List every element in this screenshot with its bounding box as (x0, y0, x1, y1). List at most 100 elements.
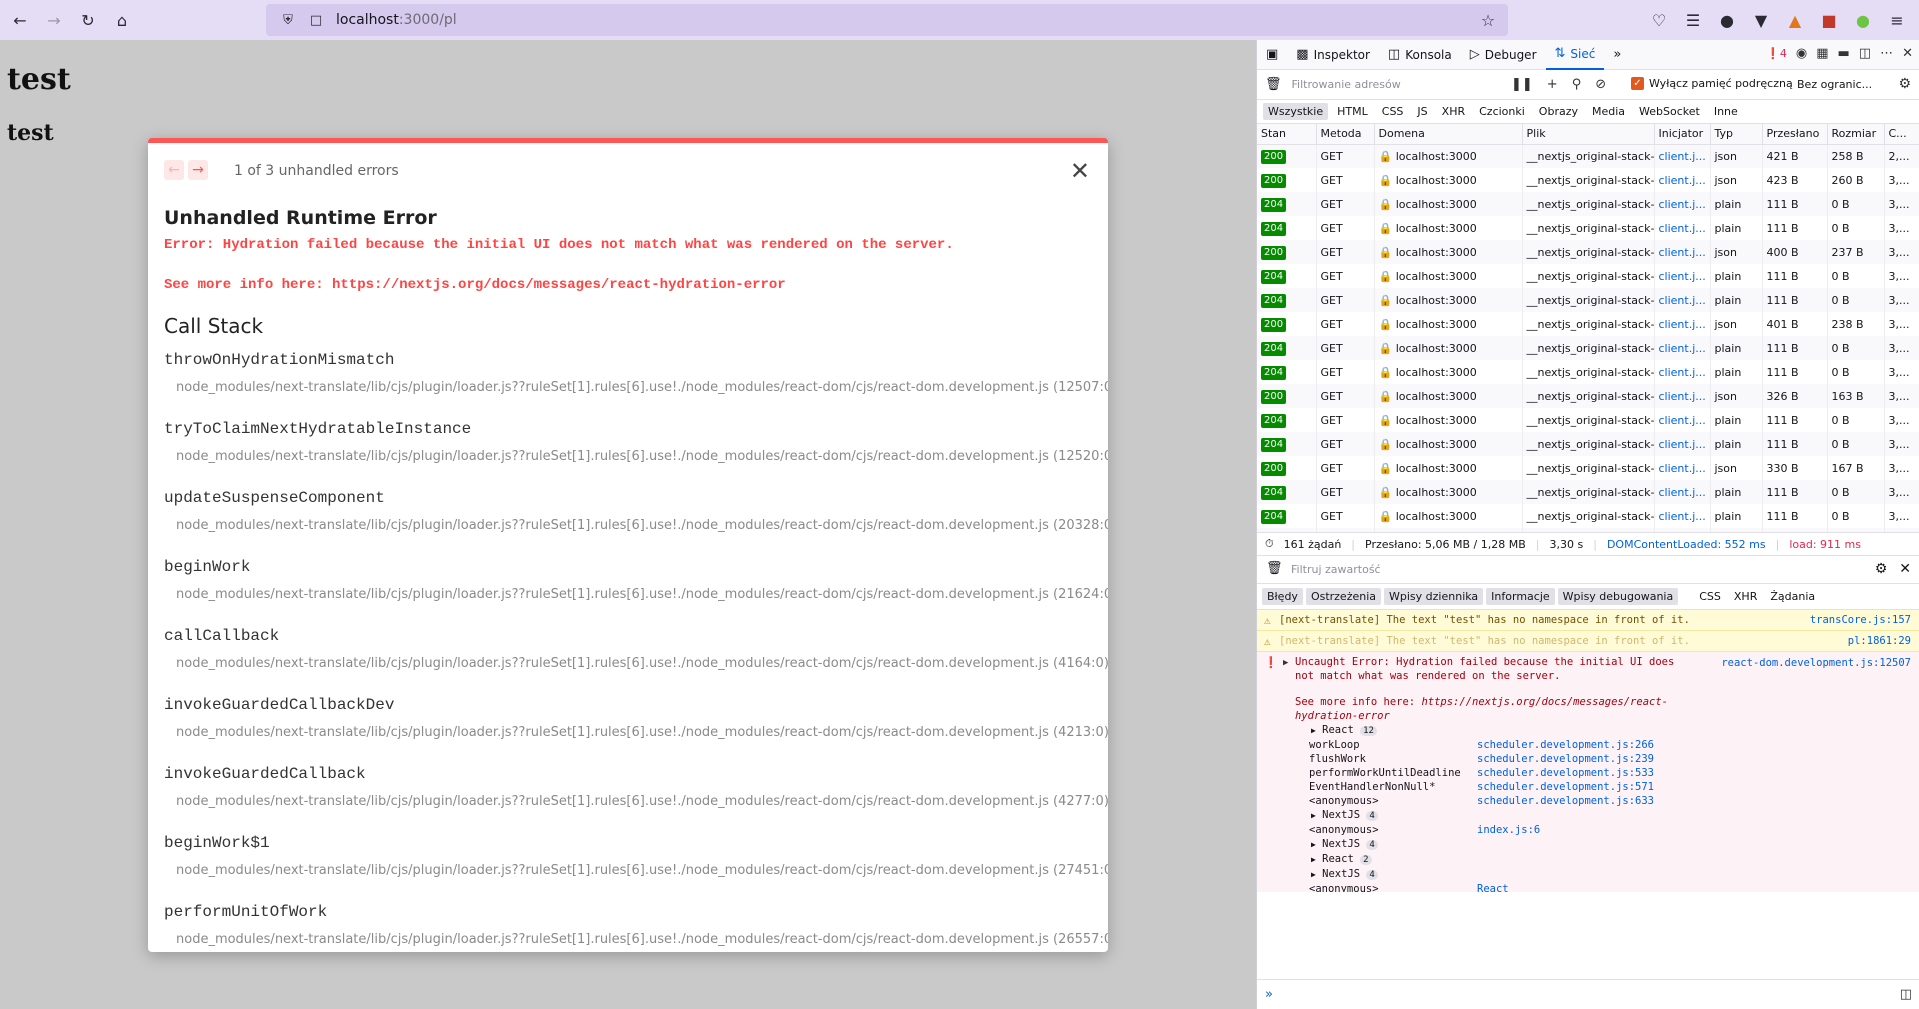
frame-location[interactable]: node_modules/next-translate/lib/cjs/plug… (176, 449, 1108, 464)
more-tabs-icon[interactable]: » (1604, 40, 1630, 70)
initiator-cell[interactable]: client.j... (1654, 312, 1711, 336)
table-row[interactable]: 204 GET🔒 localhost:3000__nextjs_original-… (1257, 288, 1919, 312)
extension-red-icon[interactable]: ■ (1815, 6, 1843, 34)
network-type-filter[interactable]: XHR (1437, 103, 1470, 120)
stack-group[interactable]: ▶ NextJS 4 (1295, 867, 1911, 882)
initiator-cell[interactable]: client.j... (1654, 264, 1711, 288)
table-row[interactable]: 204 GET🔒 localhost:3000__nextjs_original-… (1257, 432, 1919, 456)
stack-frame-link[interactable]: scheduler.development.js:266 (1477, 738, 1654, 752)
dock-icon[interactable]: ◫ (1859, 46, 1871, 61)
frame-location[interactable]: node_modules/next-translate/lib/cjs/plug… (176, 794, 1108, 809)
frame-location[interactable]: node_modules/next-translate/lib/cjs/plug… (176, 863, 1108, 878)
frame-location[interactable]: node_modules/next-translate/lib/cjs/plug… (176, 518, 1108, 533)
bookmark-star-icon[interactable]: ☆ (1474, 6, 1502, 34)
column-header[interactable]: Rozmiar (1827, 124, 1885, 145)
console-type-filter[interactable]: CSS (1694, 588, 1726, 605)
network-type-filter[interactable]: WebSocket (1634, 103, 1705, 120)
stack-group[interactable]: ▶ React 12 (1295, 723, 1911, 738)
stack-group[interactable]: ▶ NextJS 4 (1295, 837, 1911, 852)
table-row[interactable]: 204 GET🔒 localhost:3000__nextjs_original-… (1257, 480, 1919, 504)
network-type-filter[interactable]: Wszystkie (1263, 103, 1329, 120)
network-type-filter[interactable]: Media (1587, 103, 1630, 120)
call-stack-frame[interactable]: tryToClaimNextHydratableInstance node_mod… (164, 418, 1108, 487)
console-level-filter[interactable]: Wpisy debugowania (1557, 588, 1679, 605)
column-header[interactable]: Plik (1522, 124, 1655, 145)
initiator-cell[interactable]: client.j... (1654, 456, 1711, 480)
column-header[interactable]: Stan (1257, 124, 1317, 145)
library-icon[interactable]: ☰ (1679, 6, 1707, 34)
pause-icon[interactable]: ❚❚ (1511, 77, 1533, 92)
table-row[interactable]: 200 GET 🔒 localhost:3000 __nextjs_original-… (1257, 312, 1919, 336)
console-filter-input[interactable]: Filtruj zawartość (1291, 563, 1381, 576)
account-icon[interactable]: ● (1713, 6, 1741, 34)
table-row[interactable]: 200 GET 🔒 localhost:3000 __nextjs_original-… (1257, 384, 1919, 408)
gear-icon[interactable]: ⚙ (1898, 76, 1911, 92)
initiator-cell[interactable]: client.j... (1654, 480, 1711, 504)
console-input[interactable]: » ◫ (1257, 979, 1919, 1009)
error-count-badge[interactable]: ❗4 (1766, 47, 1787, 60)
call-stack-frame[interactable]: updateSuspenseComponent node_modules/next… (164, 487, 1108, 556)
menu-icon[interactable]: ≡ (1883, 6, 1911, 34)
expand-triangle-icon[interactable]: ▶ (1311, 726, 1316, 735)
table-row[interactable]: 204 GET🔒 localhost:3000__nextjs_original-… (1257, 192, 1919, 216)
network-type-filter[interactable]: JS (1412, 103, 1432, 120)
network-type-filter[interactable]: Inne (1709, 103, 1743, 120)
expand-triangle-icon[interactable]: ▶ (1311, 870, 1316, 879)
network-type-filter[interactable]: CSS (1377, 103, 1409, 120)
more-options-icon[interactable]: ⋯ (1880, 46, 1893, 61)
expand-triangle-icon[interactable]: ▶ (1311, 811, 1316, 820)
initiator-cell[interactable]: client.j... (1654, 216, 1711, 240)
expand-triangle-icon[interactable]: ▶ (1311, 840, 1316, 849)
call-stack-frame[interactable]: throwOnHydrationMismatch node_modules/nex… (164, 349, 1108, 418)
table-row[interactable]: 200 GET 🔒 localhost:3000 __nextjs_original-… (1257, 168, 1919, 192)
url-bar[interactable]: ⛨ □ localhost:3000/pl ☆ (266, 4, 1508, 36)
tab-console[interactable]: ◫ Konsola (1379, 40, 1461, 70)
console-type-filter[interactable]: Żądania (1765, 588, 1820, 605)
url-filter-input[interactable]: Filtrowanie adresów (1292, 78, 1401, 91)
call-stack-frame[interactable]: callCallback node_modules/next-translate/… (164, 625, 1108, 694)
network-type-filter[interactable]: HTML (1332, 103, 1373, 120)
forward-icon[interactable]: → (40, 6, 68, 34)
checkbox-checked-icon[interactable]: ✓ (1631, 77, 1644, 90)
column-header[interactable]: C... (1884, 124, 1919, 145)
home-icon[interactable]: ⌂ (108, 6, 136, 34)
warning-source-link[interactable]: pl:1861:29 (1848, 635, 1911, 647)
responsive-icon[interactable]: ▦ (1816, 46, 1828, 61)
tab-debugger[interactable]: ▷ Debuger (1461, 40, 1546, 70)
initiator-cell[interactable]: client.j... (1654, 408, 1711, 432)
initiator-cell[interactable]: client.j... (1654, 360, 1711, 384)
screenshot-icon[interactable]: ◉ (1796, 46, 1807, 61)
call-stack-frame[interactable]: beginWork$1 node_modules/next-translate/l… (164, 832, 1108, 901)
block-icon[interactable]: ⊘ (1595, 77, 1606, 92)
console-level-filter[interactable]: Błędy (1262, 588, 1303, 605)
frame-location[interactable]: node_modules/next-translate/lib/cjs/plug… (176, 725, 1108, 740)
table-row[interactable]: 204 GET🔒 localhost:3000__nextjs_original-… (1257, 336, 1919, 360)
error-more-link[interactable]: https://nextjs.org/docs/messages/react- (1421, 696, 1668, 708)
network-type-filter[interactable]: Czcionki (1474, 103, 1530, 120)
disable-cache-checkbox[interactable]: ✓ Wyłącz pamięć podręczną (1631, 77, 1793, 90)
stack-frame-link[interactable]: scheduler.development.js:239 (1477, 752, 1654, 766)
stack-frame-link[interactable]: React (1477, 882, 1509, 892)
initiator-cell[interactable]: client.j... (1654, 504, 1711, 528)
url-text[interactable]: localhost:3000/pl (336, 12, 457, 28)
console-level-filter[interactable]: Informacje (1486, 588, 1555, 605)
initiator-cell[interactable]: client.j... (1654, 336, 1711, 360)
reload-icon[interactable]: ↻ (74, 6, 102, 34)
console-level-filter[interactable]: Wpisy dziennika (1384, 588, 1484, 605)
column-header[interactable]: Domena (1374, 124, 1523, 145)
next-error-icon[interactable]: → (188, 160, 208, 180)
extension-icon[interactable]: ▼ (1747, 6, 1775, 34)
initiator-cell[interactable]: client.j... (1654, 168, 1711, 192)
stack-group[interactable]: ▶ React 2 (1295, 852, 1911, 867)
add-icon[interactable]: + (1547, 77, 1558, 92)
table-row[interactable]: 204 GET🔒 localhost:3000__nextjs_original-… (1257, 264, 1919, 288)
frame-location[interactable]: node_modules/next-translate/lib/cjs/plug… (176, 587, 1108, 602)
expand-triangle-icon[interactable]: ▶ (1311, 855, 1316, 864)
table-row[interactable]: 204 GET🔒 localhost:3000__nextjs_original-… (1257, 216, 1919, 240)
frame-location[interactable]: node_modules/next-translate/lib/cjs/plug… (176, 380, 1108, 395)
page-icon[interactable]: □ (302, 6, 330, 34)
warning-source-link[interactable]: transCore.js:157 (1810, 614, 1911, 626)
shield-icon[interactable]: ⛨ (274, 6, 302, 34)
rulers-icon[interactable]: ▬ (1838, 46, 1850, 61)
frame-location[interactable]: node_modules/next-translate/lib/cjs/plug… (176, 932, 1108, 947)
